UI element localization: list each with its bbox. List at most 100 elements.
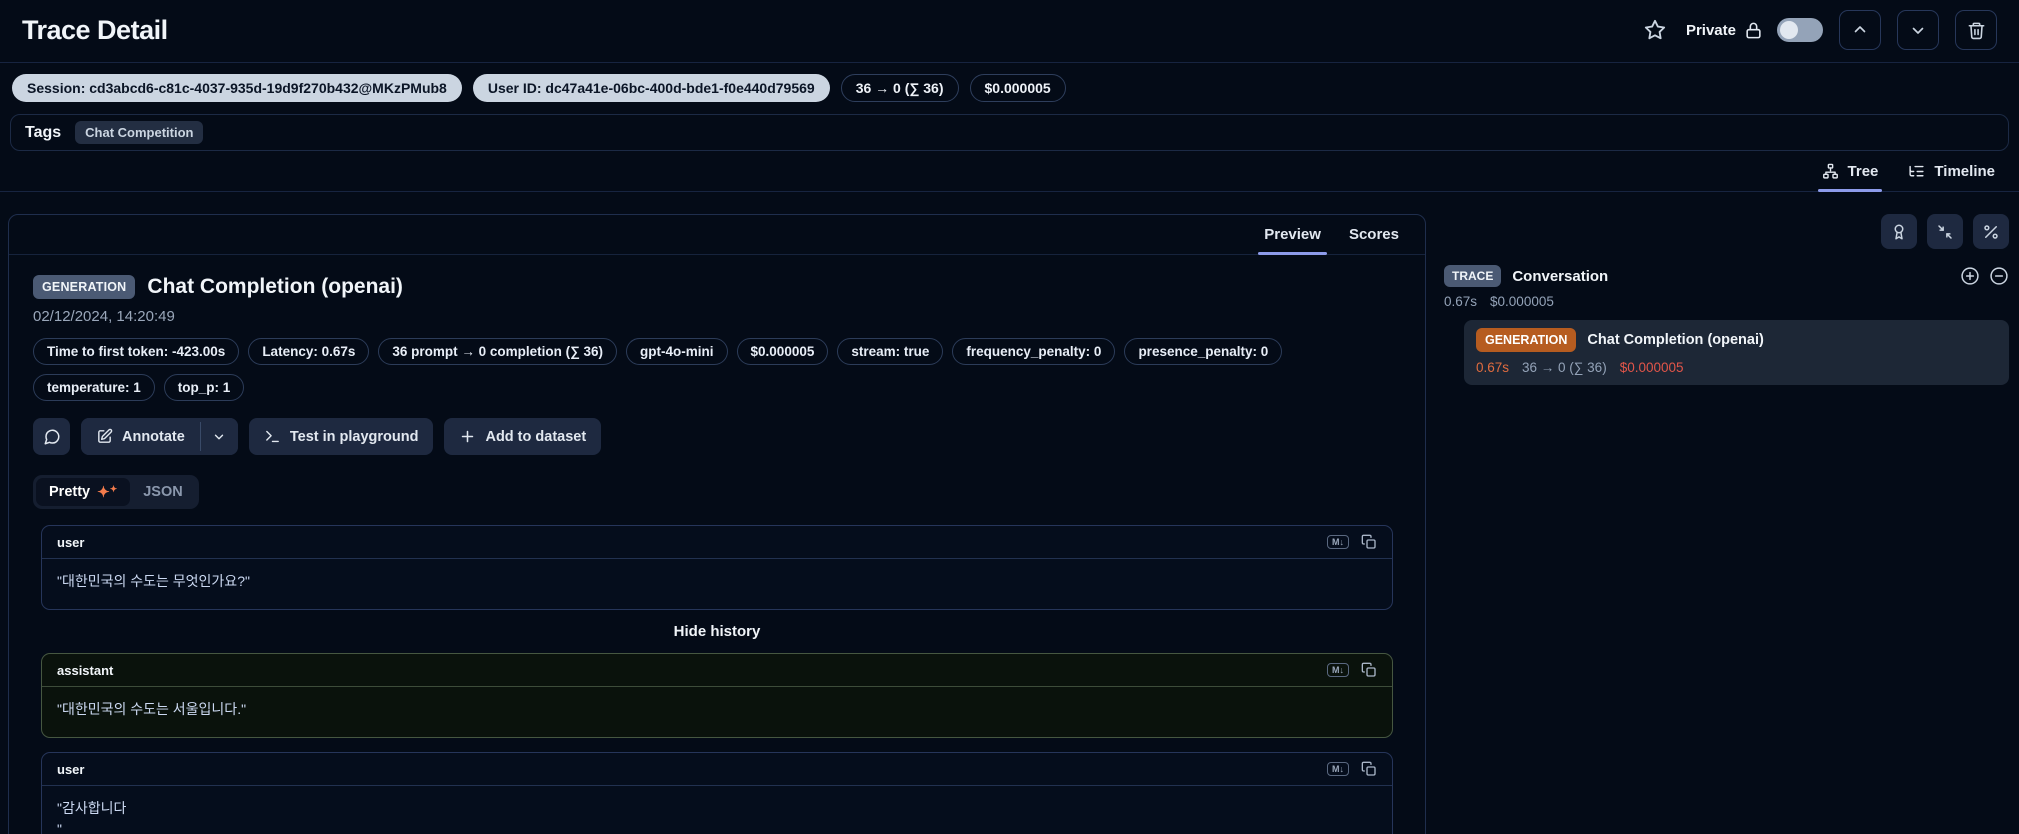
tab-tree-label: Tree [1847,163,1879,180]
copy-button[interactable] [1361,534,1377,550]
add-to-dataset-button[interactable]: Add to dataset [444,418,602,455]
collapse-all-button[interactable] [1927,214,1963,249]
annotate-dropdown-button[interactable] [200,418,238,455]
chip-token-counts: 36 prompt → 0 completion (∑ 36) [378,338,618,365]
content-split: Preview Scores GENERATION Chat Completio… [0,192,2019,834]
sidebar-toolbar [1444,214,2009,249]
hide-history-button[interactable]: Hide history [41,623,1393,640]
chip-top-p: top_p: 1 [163,374,245,401]
message-content: "대한민국의 수도는 무엇인가요?" [57,573,250,589]
copy-button[interactable] [1361,761,1377,777]
timeline-list-icon [1908,163,1925,180]
tags-label: Tags [25,123,62,141]
plus-circle-icon [1960,266,1980,286]
total-cost-badge: $0.000005 [969,74,1066,102]
tree-item-generation[interactable]: GENERATION Chat Completion (openai) 0.67… [1464,320,2009,385]
privacy-control: Private [1686,18,1823,42]
tab-scores[interactable]: Scores [1349,226,1399,254]
observation-panel: Preview Scores GENERATION Chat Completio… [8,214,1426,834]
observation-type-badge: GENERATION [33,275,136,299]
playground-label: Test in playground [289,428,419,445]
message-user-2: user M↓ "감사합니다 " [41,752,1393,834]
star-icon [1644,19,1666,41]
observation-title-row: GENERATION Chat Completion (openai) [33,275,1401,299]
trace-cost: $0.000005 [1490,294,1554,309]
trash-icon [1967,21,1986,40]
chevron-down-icon [1909,21,1927,39]
bookmark-star-button[interactable] [1640,15,1670,45]
message-header: user M↓ [42,526,1392,559]
observation-title: Chat Completion (openai) [147,275,403,298]
trace-tree-sidebar: TRACE Conversation 0.67s $0.000005 GENER… [1444,214,2009,385]
trace-latency: 0.67s [1444,294,1478,309]
pretty-label: Pretty [49,484,91,500]
chip-presence-penalty: presence_penalty: 0 [1124,338,1283,365]
message-assistant-1: assistant M↓ "대한민국의 수도는 서울입니다." [41,653,1393,738]
tree-icon [1822,163,1839,180]
tree-expand-controls [1960,266,2009,286]
observation-timestamp: 02/12/2024, 14:20:49 [33,308,175,325]
expand-all-button[interactable] [1960,266,1980,286]
message-header-actions: M↓ [1327,534,1377,550]
trace-tree-root[interactable]: TRACE Conversation [1444,265,2009,287]
format-json-option[interactable]: JSON [130,478,196,506]
tab-tree[interactable]: Tree [1817,163,1883,192]
award-icon [1890,223,1908,241]
chip-model[interactable]: gpt-4o-mini [626,338,728,365]
dataset-label: Add to dataset [485,428,587,445]
copy-icon [1361,662,1377,678]
metric-chips-row: Time to first token: -423.00s Latency: 0… [33,338,1363,401]
session-badge[interactable]: Session: cd3abcd6-c81c-4037-935d-19d9f27… [12,74,462,102]
header-actions: Private [1640,10,1997,50]
markdown-toggle-icon[interactable]: M↓ [1327,762,1349,776]
chip-temperature: temperature: 1 [33,374,155,401]
message-role: assistant [57,662,114,678]
copy-icon [1361,534,1377,550]
tab-preview[interactable]: Preview [1258,226,1327,255]
tab-timeline[interactable]: Timeline [1908,163,1995,191]
annotate-button[interactable]: Annotate [81,418,200,455]
message-header: user M↓ [42,753,1392,786]
collapse-tree-button[interactable] [1989,266,2009,286]
annotate-label: Annotate [122,428,185,445]
tree-item-header: GENERATION Chat Completion (openai) [1476,328,1997,352]
top-header: Trace Detail Private [0,0,2019,62]
message-role: user [57,761,85,777]
previous-trace-button[interactable] [1839,10,1881,50]
terminal-icon [264,428,281,445]
trace-detail-page: Trace Detail Private Session: cd3abcd6-c… [0,0,2019,834]
scores-award-button[interactable] [1881,214,1917,249]
generation-metrics: 0.67s 36 → 0 (∑ 36) $0.000005 [1476,360,1997,375]
message-header: assistant M↓ [42,654,1392,687]
chevron-down-icon [212,430,226,444]
collapse-icon [1936,223,1954,241]
comments-button[interactable] [33,418,70,455]
observation-body: GENERATION Chat Completion (openai) 02/1… [9,255,1425,834]
page-title: Trace Detail [22,14,168,45]
token-usage-badge: 36 → 0 (∑ 36) [840,74,959,102]
plus-icon [459,428,476,445]
trace-title[interactable]: Conversation [1512,268,1608,285]
user-id-badge[interactable]: User ID: dc47a41e-06bc-400d-bde1-f0e440d… [472,74,830,102]
tags-container: Tags Chat Competition [10,114,2009,151]
test-in-playground-button[interactable]: Test in playground [248,418,434,455]
next-trace-button[interactable] [1897,10,1939,50]
format-pretty-option[interactable]: Pretty ✦✦ [36,478,131,506]
privacy-toggle[interactable] [1777,18,1823,42]
delete-trace-button[interactable] [1955,10,1997,50]
generation-title: Chat Completion (openai) [1587,332,1764,348]
format-toggle: Pretty ✦✦ JSON [33,475,199,509]
copy-icon [1361,761,1377,777]
annotate-pencil-icon [96,428,113,445]
chip-cost: $0.000005 [736,338,829,365]
tag-chat-competition[interactable]: Chat Competition [75,121,204,144]
lock-icon [1744,21,1763,40]
markdown-toggle-icon[interactable]: M↓ [1327,663,1349,677]
chevron-up-icon [1851,21,1869,39]
markdown-toggle-icon[interactable]: M↓ [1327,535,1349,549]
trace-metrics: 0.67s $0.000005 [1444,294,2009,309]
percent-icon [1982,223,2000,241]
copy-button[interactable] [1361,662,1377,678]
annotate-split-button: Annotate [81,418,238,455]
toggle-metrics-button[interactable] [1973,214,2009,249]
